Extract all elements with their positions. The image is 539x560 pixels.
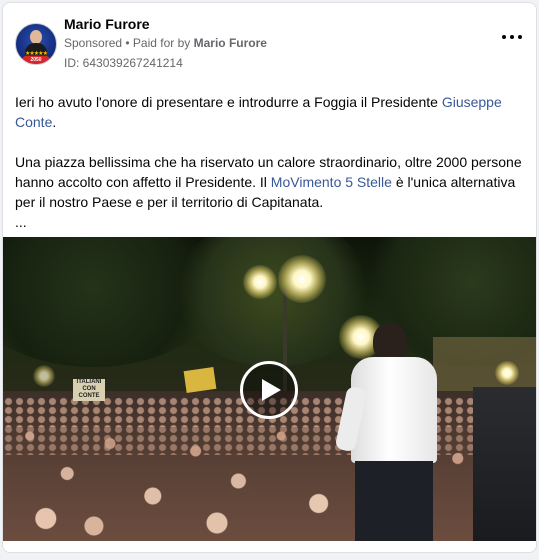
author-name[interactable]: Mario Furore <box>64 16 150 32</box>
paid-for-name: Mario Furore <box>193 36 267 50</box>
paid-for-prefix: Paid for by <box>132 36 194 50</box>
avatar-year: 2050 <box>22 56 50 64</box>
speaker-pants <box>355 461 433 541</box>
sponsor-line: Sponsored • Paid for by Mario Furore <box>64 36 267 50</box>
street-lamp <box>278 255 326 303</box>
street-lamp <box>33 365 55 387</box>
play-button[interactable] <box>240 361 298 419</box>
sponsored-post-card: ★★★★★ 2050 Mario Furore Sponsored • Paid… <box>2 2 537 553</box>
post-paragraph-1: Ieri ho avuto l'onore di presentare e in… <box>15 92 525 132</box>
crowd-row <box>3 425 536 455</box>
mention-link-movimento-5-stelle[interactable]: MoVimento 5 Stelle <box>271 174 392 190</box>
crowd-sign-yellow <box>183 367 217 393</box>
video-player[interactable]: ITALIANI CON CONTE <box>3 237 536 541</box>
sponsored-label: Sponsored <box>64 36 123 50</box>
speaker-shirt <box>351 357 437 463</box>
street-lamp <box>495 361 519 385</box>
speaker-stack <box>473 387 536 541</box>
more-horizontal-icon <box>510 35 514 39</box>
paragraph-text: Ieri ho avuto l'onore di presentare e in… <box>15 94 442 110</box>
see-more-ellipsis[interactable]: ... <box>15 212 27 232</box>
more-horizontal-icon <box>518 35 522 39</box>
author-avatar[interactable]: ★★★★★ 2050 <box>15 23 57 65</box>
post-paragraph-2: Una piazza bellissima che ha riservato u… <box>15 152 525 212</box>
paragraph-text: . <box>52 114 57 130</box>
play-icon <box>262 379 281 401</box>
crowd-sign: ITALIANI CON CONTE <box>73 379 105 401</box>
avatar-face <box>30 30 42 44</box>
more-options-button[interactable] <box>502 30 522 44</box>
street-lamp <box>243 265 277 299</box>
separator: • <box>122 36 133 50</box>
more-horizontal-icon <box>502 35 506 39</box>
ad-id: ID: 643039267241214 <box>64 56 183 70</box>
